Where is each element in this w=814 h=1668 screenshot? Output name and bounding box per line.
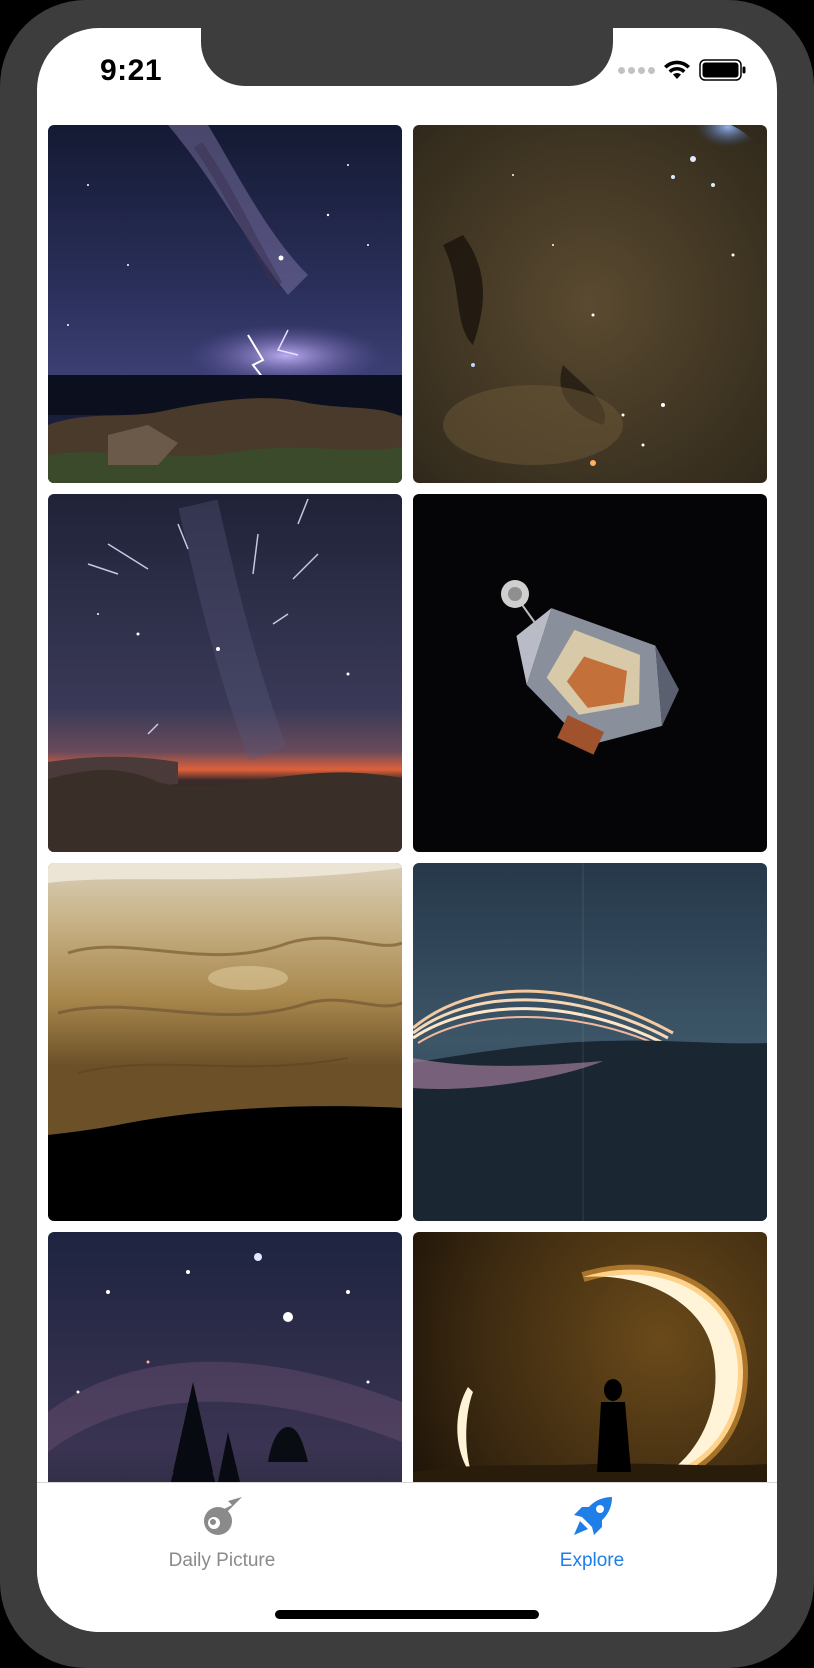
sun-trails-arc-image: [413, 863, 767, 1221]
home-indicator: [275, 1610, 539, 1619]
battery-icon: [699, 59, 746, 81]
gallery-tile-annular-eclipse-silhouette[interactable]: [413, 1232, 767, 1499]
status-time: 9:21: [100, 54, 163, 87]
meteor-icon: [204, 1497, 242, 1535]
screen: 9:21 Daily Picture Explore: [37, 28, 777, 1632]
annular-eclipse-silhouette-image: [413, 1232, 767, 1499]
tab-daily-picture-label: Daily Picture: [168, 1550, 276, 1571]
winter-milky-way-trees-image: [48, 1232, 402, 1499]
device-frame: 9:21 Daily Picture Explore: [0, 0, 814, 1668]
gallery-tile-winter-milky-way-trees[interactable]: [48, 1232, 402, 1499]
photo-grid[interactable]: [48, 125, 768, 1499]
tab-explore-label: Explore: [559, 1550, 625, 1571]
star-field-nebula-image: [413, 125, 767, 483]
cellular-signal-icon: [618, 66, 655, 74]
lunar-module-image: [413, 494, 767, 852]
mars-terrain-image: [48, 863, 402, 1221]
notch: [201, 28, 613, 86]
gallery-tile-lunar-module[interactable]: [413, 494, 767, 852]
milky-way-lightning-image: [48, 125, 402, 483]
gallery-tile-meteor-shower[interactable]: [48, 494, 402, 852]
gallery-tile-mars-terrain[interactable]: [48, 863, 402, 1221]
rocket-icon: [574, 1497, 612, 1535]
gallery-tile-milky-way-lightning[interactable]: [48, 125, 402, 483]
gallery-tile-sun-trails-arc[interactable]: [413, 863, 767, 1221]
tab-explore[interactable]: Explore: [492, 1493, 692, 1572]
status-icons: [618, 58, 747, 82]
gallery-tile-star-field-nebula[interactable]: [413, 125, 767, 483]
meteor-shower-image: [48, 494, 402, 852]
wifi-icon: [664, 60, 690, 79]
tab-daily-picture[interactable]: Daily Picture: [122, 1493, 322, 1572]
